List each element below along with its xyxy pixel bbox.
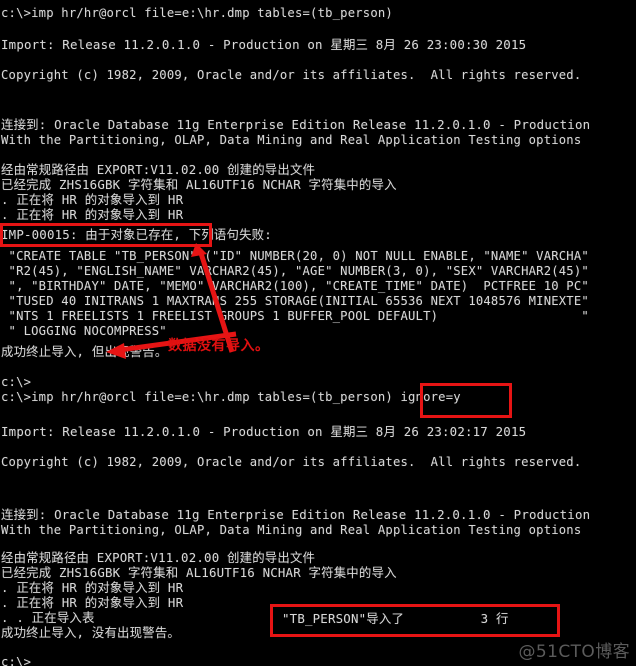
console-line: 连接到: Oracle Database 11g Enterprise Edit… — [1, 117, 591, 132]
site-watermark: @51CTO博客 — [518, 642, 630, 662]
console-line: "TUSED 40 INITRANS 1 MAXTRANS 255 STORAG… — [1, 294, 589, 308]
console-line: c:\> — [1, 375, 32, 389]
console-line: c:\>imp hr/hr@orcl file=e:\hr.dmp tables… — [1, 390, 461, 404]
console-line: ", "BIRTHDAY" DATE, "MEMO" VARCHAR2(100)… — [1, 279, 589, 293]
console-line: 经由常规路径由 EXPORT:V11.02.00 创建的导出文件 — [1, 162, 316, 177]
console-line: With the Partitioning, OLAP, Data Mining… — [1, 523, 582, 537]
console-line: IMP-00015: 由于对象已存在, 下列语句失败: — [1, 227, 272, 242]
console-line-imported-rows: "TB_PERSON"导入了 3 行 — [282, 611, 509, 626]
console-line: " LOGGING NOCOMPRESS" — [1, 324, 167, 338]
console-line: . 正在将 HR 的对象导入到 HR — [1, 207, 184, 222]
console-line: Copyright (c) 1982, 2009, Oracle and/or … — [1, 455, 582, 469]
console-line: . 正在将 HR 的对象导入到 HR — [1, 595, 184, 610]
console-line: "NTS 1 FREELISTS 1 FREELIST GROUPS 1 BUF… — [1, 309, 589, 323]
console-line: 经由常规路径由 EXPORT:V11.02.00 创建的导出文件 — [1, 550, 316, 565]
console-line: 已经完成 ZHS16GBK 字符集和 AL16UTF16 NCHAR 字符集中的… — [1, 565, 397, 580]
console-line: . . 正在导入表 — [1, 610, 95, 625]
console-line: Import: Release 11.2.0.1.0 - Production … — [1, 424, 527, 439]
console-line: 成功终止导入, 但出现警告。 — [1, 344, 168, 359]
console-line: c:\> — [1, 655, 32, 666]
console-line: With the Partitioning, OLAP, Data Mining… — [1, 133, 582, 147]
console-window: c:\>imp hr/hr@orcl file=e:\hr.dmp tables… — [0, 0, 636, 666]
console-line: "CREATE TABLE "TB_PERSON" ("ID" NUMBER(2… — [1, 249, 589, 263]
console-line: 成功终止导入, 没有出现警告。 — [1, 625, 180, 640]
console-line: Copyright (c) 1982, 2009, Oracle and/or … — [1, 68, 582, 82]
console-output[interactable]: c:\>imp hr/hr@orcl file=e:\hr.dmp tables… — [0, 0, 636, 666]
console-line: 已经完成 ZHS16GBK 字符集和 AL16UTF16 NCHAR 字符集中的… — [1, 177, 397, 192]
annotation-no-data-imported: 数据没有导入。 — [168, 338, 270, 354]
console-line: Import: Release 11.2.0.1.0 - Production … — [1, 37, 527, 52]
console-line: c:\>imp hr/hr@orcl file=e:\hr.dmp tables… — [1, 6, 393, 20]
console-line: "R2(45), "ENGLISH_NAME" VARCHAR2(45), "A… — [1, 264, 589, 278]
console-line: . 正在将 HR 的对象导入到 HR — [1, 192, 184, 207]
console-line: . 正在将 HR 的对象导入到 HR — [1, 580, 184, 595]
console-line: 连接到: Oracle Database 11g Enterprise Edit… — [1, 507, 591, 522]
